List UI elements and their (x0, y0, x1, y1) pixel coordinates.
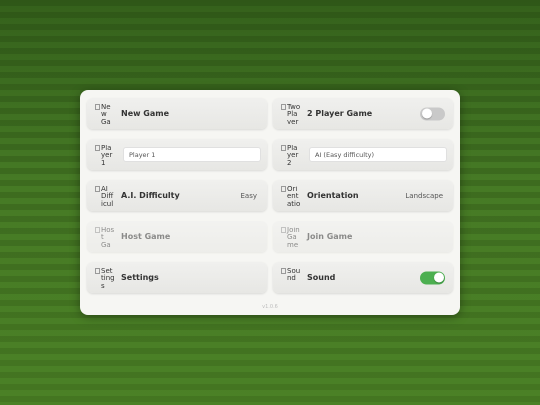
player-2-name-input[interactable] (309, 147, 447, 162)
host-game-label: Host Game (121, 232, 171, 241)
new-game-button[interactable]: New Game New Game (87, 98, 267, 129)
sound-icon: Sound (281, 267, 301, 288)
orientation-icon: Orientation (281, 185, 301, 206)
two-player-icon: Two Player (281, 103, 301, 124)
main-menu-panel: New Game New Game Two Player 2 Player Ga… (80, 90, 460, 315)
join-game-icon: Join Game (281, 226, 301, 247)
ai-difficulty-icon: AI Difficulty (95, 185, 115, 206)
new-game-label: New Game (121, 109, 170, 118)
menu-grid: New Game New Game Two Player 2 Player Ga… (87, 98, 453, 293)
two-player-game-label: 2 Player Game (307, 109, 373, 118)
toggle-knob (433, 272, 444, 283)
player-1-name-input[interactable] (123, 147, 261, 162)
settings-label: Settings (121, 273, 159, 282)
host-game-button[interactable]: Host Game Host Game (87, 221, 267, 252)
two-player-toggle[interactable] (420, 107, 445, 120)
host-game-icon: Host Game (95, 226, 115, 247)
orientation-label: Orientation (307, 191, 359, 200)
version-label: v1.0.6 (262, 304, 278, 310)
orientation-value: Landscape (405, 191, 443, 200)
player-2-row: Player 2 (273, 139, 453, 170)
settings-icon: Settings (95, 267, 115, 288)
ai-difficulty-label: A.I. Difficulty (121, 191, 180, 200)
player-2-icon: Player 2 (281, 144, 301, 165)
new-game-icon: New Game (95, 103, 115, 124)
join-game-button[interactable]: Join Game Join Game (273, 221, 453, 252)
settings-button[interactable]: Settings Settings (87, 262, 267, 293)
orientation-button[interactable]: Orientation Orientation Landscape (273, 180, 453, 211)
join-game-label: Join Game (307, 232, 353, 241)
ai-difficulty-value: Easy (240, 191, 257, 200)
sound-row[interactable]: Sound Sound (273, 262, 453, 293)
player-1-row: Player 1 (87, 139, 267, 170)
ai-difficulty-button[interactable]: AI Difficulty A.I. Difficulty Easy (87, 180, 267, 211)
toggle-knob (421, 108, 432, 119)
sound-label: Sound (307, 273, 336, 282)
two-player-game-row[interactable]: Two Player 2 Player Game (273, 98, 453, 129)
player-1-icon: Player 1 (95, 144, 115, 165)
sound-toggle[interactable] (420, 271, 445, 284)
